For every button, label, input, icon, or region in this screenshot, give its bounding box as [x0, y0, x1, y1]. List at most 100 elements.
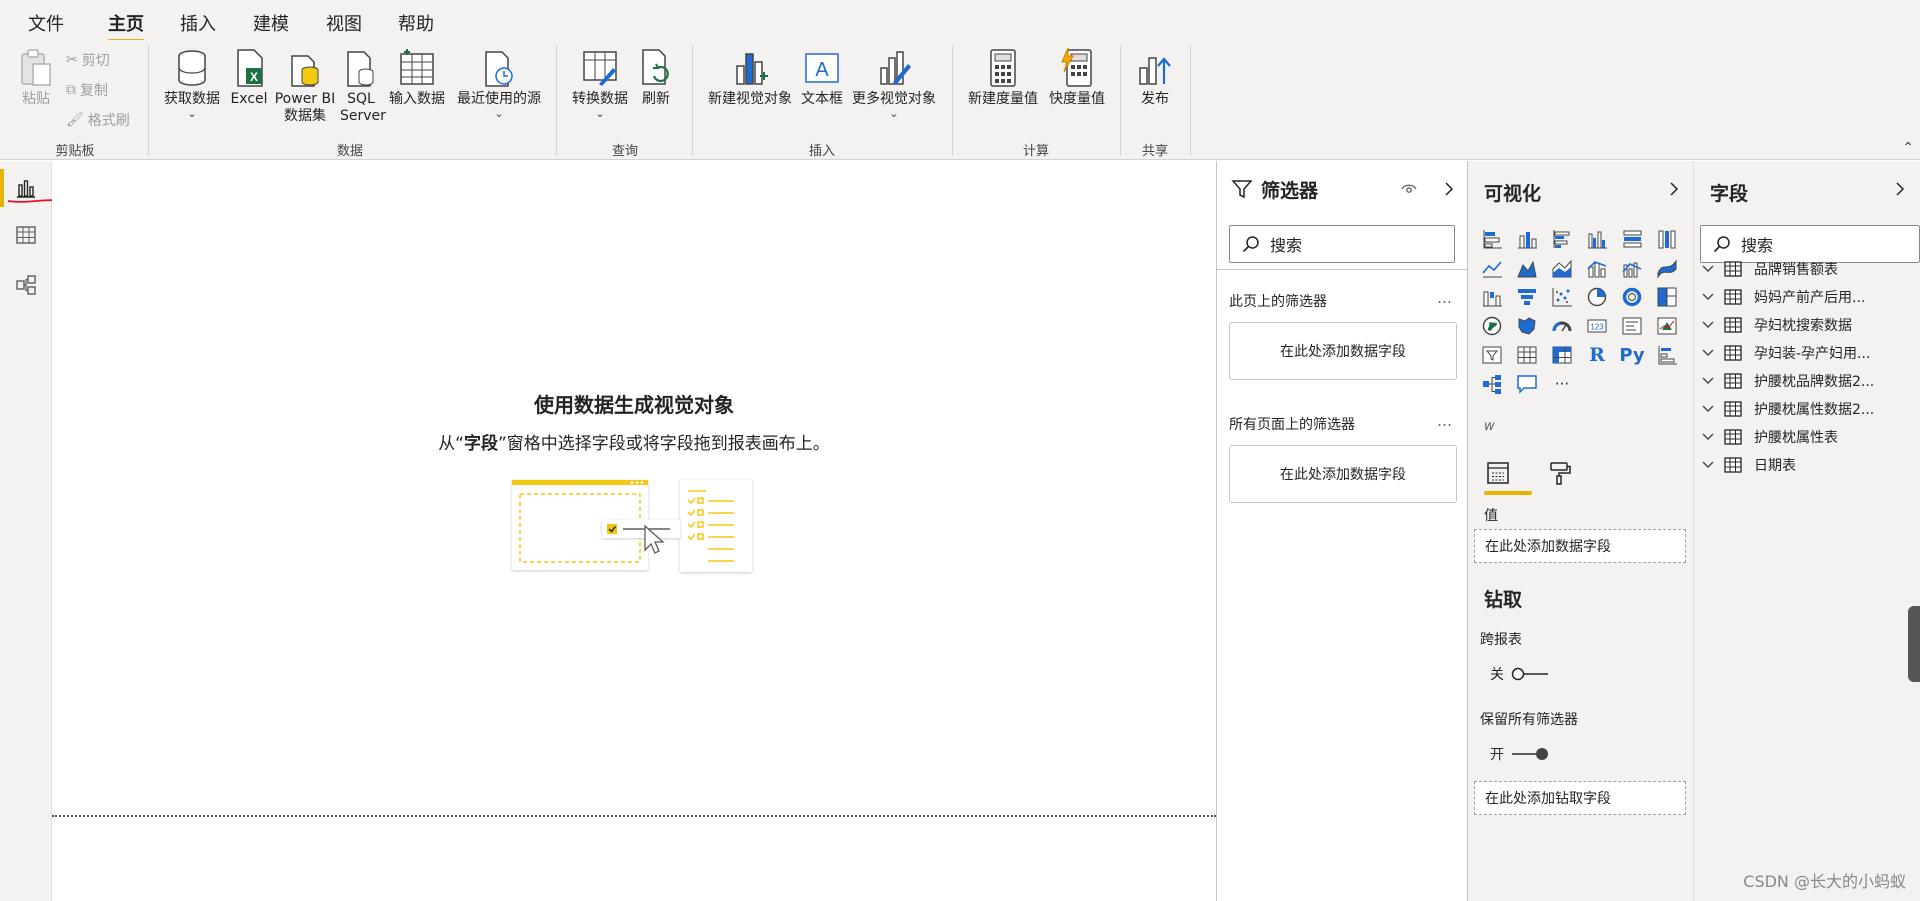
100-stacked-bar-chart-icon[interactable]: [1620, 227, 1644, 251]
tab-home[interactable]: 主页: [108, 10, 144, 42]
collapse-ribbon-button[interactable]: ⌃: [1902, 140, 1914, 156]
powerbi-dataset-button[interactable]: Power BI 数据集: [272, 48, 338, 125]
tab-file[interactable]: 文件: [28, 10, 64, 36]
paste-button[interactable]: 粘贴: [14, 48, 58, 108]
clustered-bar-chart-icon[interactable]: [1550, 227, 1574, 251]
enter-data-button[interactable]: 输入数据: [384, 48, 450, 108]
eye-icon[interactable]: [1401, 182, 1417, 196]
area-chart-icon[interactable]: [1515, 256, 1539, 280]
model-view-button[interactable]: [12, 271, 40, 299]
get-data-button[interactable]: 获取数据 ⌄: [158, 48, 226, 119]
tab-modeling[interactable]: 建模: [253, 10, 289, 36]
more-visuals-button[interactable]: 更多视觉对象 ⌄: [846, 48, 942, 119]
text-box-button[interactable]: A 文本框: [800, 48, 844, 108]
data-view-button[interactable]: [12, 221, 40, 249]
waterfall-chart-icon[interactable]: [1480, 285, 1504, 309]
refresh-button[interactable]: 刷新: [636, 48, 676, 108]
more-options-icon[interactable]: …: [1437, 412, 1453, 430]
sql-server-button[interactable]: SQL Server: [340, 48, 386, 125]
field-table-row[interactable]: 孕妇枕搜索数据: [1702, 312, 1912, 338]
field-table-row[interactable]: 孕妇装-孕产妇用...: [1702, 340, 1912, 366]
field-table-label: 日期表: [1754, 458, 1796, 474]
filters-title: 筛选器: [1261, 180, 1319, 202]
kpi-icon[interactable]: [1655, 314, 1679, 338]
filled-map-icon[interactable]: [1515, 314, 1539, 338]
field-table-row[interactable]: 日期表: [1702, 452, 1912, 478]
new-measure-button[interactable]: 新建度量值: [962, 48, 1044, 108]
drillthrough-dropzone[interactable]: 在此处添加钻取字段: [1474, 781, 1686, 815]
cut-button[interactable]: ✂ 剪切: [66, 50, 110, 70]
gauge-icon[interactable]: [1550, 314, 1574, 338]
publish-button[interactable]: 发布: [1130, 48, 1180, 108]
table-icon: [1724, 457, 1742, 473]
format-tab-button[interactable]: [1546, 459, 1574, 487]
scatter-chart-icon[interactable]: [1550, 285, 1574, 309]
multi-row-card-icon[interactable]: [1620, 314, 1644, 338]
tab-insert[interactable]: 插入: [180, 10, 216, 36]
chevron-down-icon[interactable]: [1702, 461, 1724, 469]
keep-all-filters-toggle[interactable]: 开: [1490, 744, 1550, 764]
transform-data-button[interactable]: 转换数据 ⌄: [566, 48, 634, 119]
line-chart-icon[interactable]: [1480, 256, 1504, 280]
donut-chart-icon[interactable]: [1620, 285, 1644, 309]
recent-sources-button[interactable]: 最近使用的源 ⌄: [452, 48, 546, 119]
chevron-down-icon[interactable]: [1702, 433, 1724, 441]
map-icon[interactable]: [1480, 314, 1504, 338]
chevron-right-icon[interactable]: [1443, 181, 1455, 197]
model-icon: [16, 275, 36, 295]
funnel-chart-icon[interactable]: [1515, 285, 1539, 309]
clustered-column-chart-icon[interactable]: [1585, 227, 1609, 251]
qa-visual-icon[interactable]: [1515, 372, 1539, 396]
field-table-row[interactable]: 护腰枕属性数据2...: [1702, 396, 1912, 422]
line-and-clustered-column-icon[interactable]: [1620, 256, 1644, 280]
decomposition-tree-icon[interactable]: [1480, 372, 1504, 396]
key-influencers-icon[interactable]: [1655, 343, 1679, 367]
stacked-column-chart-icon[interactable]: [1515, 227, 1539, 251]
field-table-row[interactable]: 护腰枕品牌数据2...: [1702, 368, 1912, 394]
100-stacked-column-chart-icon[interactable]: [1655, 227, 1679, 251]
more-visuals-ellipsis[interactable]: ···: [1550, 372, 1574, 396]
this-page-filter-dropzone[interactable]: 在此处添加数据字段: [1229, 322, 1457, 380]
stacked-bar-chart-icon[interactable]: [1480, 227, 1504, 251]
chevron-down-icon[interactable]: [1702, 293, 1724, 301]
format-painter-button[interactable]: 🖌 格式刷: [66, 110, 130, 130]
copy-button[interactable]: ⧉ 复制: [66, 80, 108, 100]
chevron-down-icon[interactable]: [1702, 377, 1724, 385]
cross-report-toggle[interactable]: 关: [1490, 664, 1550, 684]
chevron-down-icon[interactable]: [1702, 321, 1724, 329]
chevron-down-icon[interactable]: [1702, 349, 1724, 357]
tab-help[interactable]: 帮助: [398, 10, 434, 36]
all-pages-filter-dropzone[interactable]: 在此处添加数据字段: [1229, 445, 1457, 503]
chevron-down-icon[interactable]: [1702, 265, 1724, 273]
report-canvas[interactable]: 使用数据生成视觉对象 从“字段”窗格中选择字段或将字段拖到报表画布上。: [52, 161, 1216, 901]
refresh-icon: [642, 49, 669, 85]
python-visual-icon[interactable]: Py: [1619, 343, 1644, 367]
new-visual-button[interactable]: 新建视觉对象: [702, 48, 798, 108]
chevron-down-icon[interactable]: [1702, 405, 1724, 413]
stacked-area-chart-icon[interactable]: [1550, 256, 1574, 280]
field-table-row[interactable]: 品牌销售额表: [1702, 256, 1912, 282]
field-table-row[interactable]: 护腰枕属性表: [1702, 424, 1912, 450]
values-dropzone[interactable]: 在此处添加数据字段: [1474, 529, 1686, 563]
table-visual-icon[interactable]: [1515, 343, 1539, 367]
matrix-icon[interactable]: [1550, 343, 1574, 367]
chevron-right-icon[interactable]: [1668, 181, 1680, 197]
chevron-right-icon[interactable]: [1894, 181, 1906, 197]
ribbon-chart-icon[interactable]: [1655, 256, 1679, 280]
excel-button[interactable]: X Excel: [228, 48, 270, 108]
more-options-icon[interactable]: …: [1437, 289, 1453, 307]
slicer-icon[interactable]: [1480, 343, 1504, 367]
fields-tab-button[interactable]: [1484, 459, 1512, 487]
tab-view[interactable]: 视图: [326, 10, 362, 36]
publish-label: 发布: [1141, 91, 1169, 107]
side-edge-handle[interactable]: [1908, 606, 1920, 682]
custom-visual-w[interactable]: w: [1484, 419, 1495, 434]
field-table-row[interactable]: 妈妈产前产后用...: [1702, 284, 1912, 310]
quick-measure-button[interactable]: 快度量值: [1044, 48, 1110, 108]
card-icon[interactable]: 123: [1585, 314, 1609, 338]
r-visual-icon[interactable]: R: [1585, 343, 1609, 367]
line-and-stacked-column-icon[interactable]: [1585, 256, 1609, 280]
pie-chart-icon[interactable]: [1585, 285, 1609, 309]
treemap-icon[interactable]: [1655, 285, 1679, 309]
filters-search-input[interactable]: 搜索: [1229, 225, 1455, 263]
